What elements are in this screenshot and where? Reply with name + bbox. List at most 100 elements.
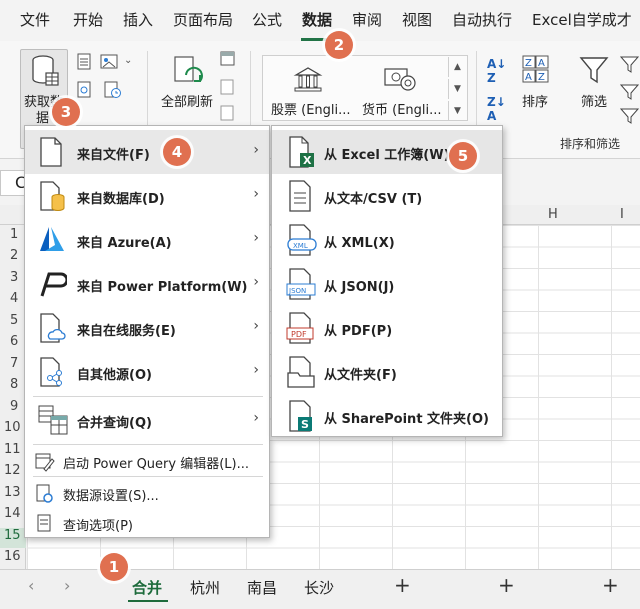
- row-header[interactable]: 10: [0, 420, 26, 435]
- add-sheet-button[interactable]: +: [394, 573, 411, 597]
- row-header[interactable]: 2: [0, 248, 26, 263]
- menu-item-label: 来自 Power Platform(W): [77, 280, 248, 295]
- chevron-right-icon: ›: [253, 230, 259, 246]
- menu-excel-tutorial[interactable]: Excel自学成才: [532, 9, 632, 30]
- submenu-item-from-text-csv[interactable]: 从文本/CSV (T): [272, 174, 502, 218]
- menu-item-from-azure[interactable]: 来自 Azure(A) ›: [25, 218, 269, 262]
- refresh-all-icon: [174, 56, 203, 82]
- advanced-filter-icon: [620, 108, 640, 124]
- menu-data[interactable]: 数据: [302, 9, 332, 30]
- stocks-label[interactable]: 股票 (Engli...: [271, 99, 351, 118]
- chevron-down-icon[interactable]: ⌄: [124, 55, 132, 66]
- sort-ascending-icon[interactable]: A↓ Z: [487, 57, 506, 85]
- sheet-tab-changsha[interactable]: 长沙: [304, 577, 334, 598]
- sharepoint-icon-letter: S: [301, 418, 309, 431]
- submenu-item-label: 从 SharePoint 文件夹(O): [324, 412, 489, 427]
- column-header-h[interactable]: H: [548, 207, 558, 222]
- pdf-icon-text: PDF: [291, 330, 307, 339]
- add-button[interactable]: +: [498, 573, 515, 597]
- from-file-submenu: X 从 Excel 工作簿(W) 从文本/CSV (T) XML 从 XML(X…: [271, 125, 503, 437]
- filter-label[interactable]: 筛选: [581, 91, 607, 110]
- sort-filter-group-label: 排序和筛选: [560, 137, 621, 151]
- submenu-item-label: 从 Excel 工作簿(W): [324, 148, 450, 163]
- excel-workbook-icon: X: [289, 136, 314, 168]
- row-header[interactable]: 5: [0, 313, 26, 328]
- submenu-item-from-sharepoint-folder[interactable]: S 从 SharePoint 文件夹(O): [272, 394, 502, 438]
- menu-view[interactable]: 视图: [402, 9, 432, 30]
- row-header[interactable]: 4: [0, 291, 26, 306]
- menu-item-data-source-settings[interactable]: 数据源设置(S)...: [25, 478, 269, 508]
- menu-item-label: 来自数据库(D): [77, 192, 165, 207]
- menu-home[interactable]: 开始: [73, 9, 103, 30]
- row-header[interactable]: 8: [0, 377, 26, 392]
- sheet-tab-hangzhou[interactable]: 杭州: [190, 577, 220, 598]
- menu-automate[interactable]: 自动执行: [452, 9, 512, 30]
- sheet-tab-merge[interactable]: 合并: [132, 577, 162, 598]
- sort-label[interactable]: 排序: [522, 91, 548, 110]
- refresh-all-label[interactable]: 全部刷新: [161, 91, 213, 110]
- svg-text:Z: Z: [525, 58, 532, 69]
- submenu-item-label: 从文件夹(F): [324, 368, 397, 383]
- gallery-scroll-up[interactable]: ▲: [448, 57, 466, 77]
- row-header[interactable]: 3: [0, 270, 26, 285]
- menu-item-from-database[interactable]: 来自数据库(D) ›: [25, 174, 269, 218]
- submenu-item-label: 从 PDF(P): [324, 324, 393, 339]
- folder-icon: [287, 356, 315, 388]
- row-header[interactable]: 14: [0, 506, 26, 521]
- menu-item-from-file[interactable]: 来自文件(F) ›: [25, 130, 269, 174]
- menu-insert[interactable]: 插入: [123, 9, 153, 30]
- menu-item-from-power-platform[interactable]: 来自 Power Platform(W) ›: [25, 262, 269, 306]
- sheet-tab-nanchang[interactable]: 南昌: [247, 577, 277, 598]
- menu-item-combine-queries[interactable]: 合并查询(Q) ›: [25, 398, 269, 442]
- scroll-tabs-right-icon[interactable]: ›: [64, 576, 70, 595]
- row-header[interactable]: 7: [0, 356, 26, 371]
- menu-item-label: 查询选项(P): [63, 519, 133, 534]
- menu-file[interactable]: 文件: [20, 9, 50, 30]
- gallery-more[interactable]: ▼: [448, 101, 466, 121]
- chevron-right-icon: ›: [253, 186, 259, 202]
- chevron-right-icon: ›: [253, 362, 259, 378]
- submenu-item-from-pdf[interactable]: PDF 从 PDF(P): [272, 306, 502, 350]
- menu-item-from-other-sources[interactable]: 自其他源(O) ›: [25, 350, 269, 394]
- row-header[interactable]: 12: [0, 463, 26, 478]
- pdf-icon: PDF: [286, 312, 314, 344]
- scroll-tabs-left-icon[interactable]: ‹: [28, 576, 34, 595]
- row-header[interactable]: 9: [0, 399, 26, 414]
- get-data-label-line2: 据: [36, 111, 50, 126]
- menu-separator: [33, 444, 263, 445]
- row-header[interactable]: 6: [0, 334, 26, 349]
- zoom-in-button[interactable]: +: [602, 573, 619, 597]
- row-header[interactable]: 11: [0, 442, 26, 457]
- menu-item-label: 数据源设置(S)...: [63, 489, 159, 504]
- submenu-item-from-xml[interactable]: XML 从 XML(X): [272, 218, 502, 262]
- row-header[interactable]: 16: [0, 549, 26, 564]
- gallery-scroll-down[interactable]: ▼: [448, 79, 466, 99]
- row-header-selected[interactable]: 15: [0, 528, 26, 548]
- menu-review[interactable]: 审阅: [352, 9, 382, 30]
- json-icon: JSON: [286, 268, 316, 300]
- menu-item-query-options[interactable]: 查询选项(P): [25, 508, 269, 538]
- menu-item-label: 来自文件(F): [77, 148, 150, 163]
- menu-item-launch-power-query-editor[interactable]: 启动 Power Query 编辑器(L)...: [25, 446, 269, 476]
- chevron-right-icon: ›: [253, 142, 259, 158]
- submenu-item-from-json[interactable]: JSON 从 JSON(J): [272, 262, 502, 306]
- sort-descending-icon[interactable]: Z↓ A: [487, 95, 506, 123]
- menu-formulas[interactable]: 公式: [252, 9, 282, 30]
- azure-icon: [40, 227, 64, 251]
- row-header[interactable]: 13: [0, 485, 26, 500]
- row-header[interactable]: 1: [0, 227, 26, 242]
- file-icon: [40, 137, 62, 167]
- from-text-icon: [77, 53, 91, 70]
- currencies-label[interactable]: 货币 (Engli...: [362, 99, 442, 118]
- menu-item-label: 合并查询(Q): [77, 416, 152, 431]
- menu-page-layout[interactable]: 页面布局: [173, 9, 233, 30]
- column-header-i[interactable]: I: [620, 207, 624, 222]
- submenu-item-label: 从 JSON(J): [324, 280, 395, 295]
- svg-text:Z: Z: [538, 72, 545, 83]
- submenu-item-from-folder[interactable]: 从文件夹(F): [272, 350, 502, 394]
- database-icon: [40, 181, 65, 211]
- other-sources-icon: [40, 357, 62, 387]
- step-callout-3: 3: [52, 98, 80, 126]
- power-query-editor-icon: [35, 453, 55, 472]
- menu-item-from-online-services[interactable]: 来自在线服务(E) ›: [25, 306, 269, 350]
